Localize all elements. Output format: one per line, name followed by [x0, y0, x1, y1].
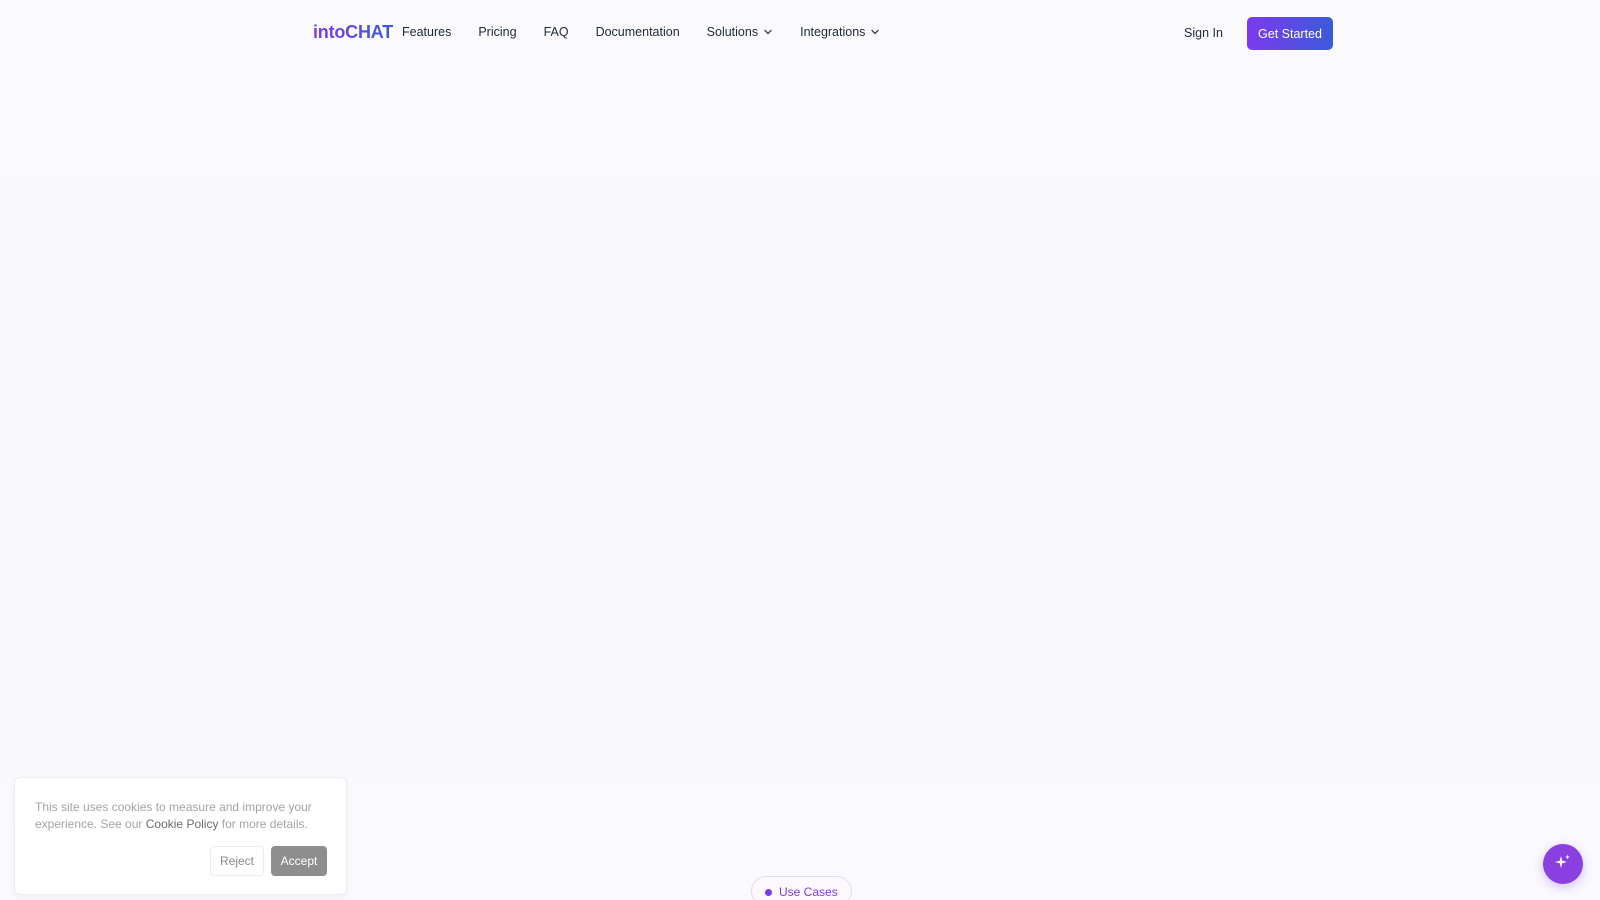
accept-cookies-button[interactable]: Accept: [271, 846, 327, 876]
nav-item-label: Features: [402, 25, 452, 39]
nav-item-label: FAQ: [543, 25, 569, 39]
chevron-down-icon: [763, 27, 773, 37]
chevron-down-icon: [870, 27, 880, 37]
cookie-banner: This site uses cookies to measure and im…: [14, 777, 347, 895]
top-nav-bar: intoCHAT Features Pricing FAQ Documentat…: [0, 0, 1600, 66]
nav-item-integrations[interactable]: Integrations: [800, 25, 880, 39]
nav-item-label: Solutions: [706, 25, 759, 39]
cookie-message: This site uses cookies to measure and im…: [35, 799, 325, 832]
nav-item-features[interactable]: Features: [402, 25, 451, 39]
badge-label: Use Cases: [779, 885, 838, 899]
use-cases-badge: Use Cases: [751, 876, 852, 900]
cookie-policy-link[interactable]: Cookie Policy: [146, 817, 219, 831]
nav-item-label: Integrations: [800, 25, 866, 39]
cookie-text-after: for more details.: [218, 816, 308, 831]
main-nav: Features Pricing FAQ Documentation Solut…: [402, 25, 907, 39]
page: intoCHAT Features Pricing FAQ Documentat…: [0, 0, 1600, 900]
get-started-button[interactable]: Get Started: [1247, 17, 1333, 50]
nav-item-faq[interactable]: FAQ: [544, 25, 569, 39]
badge-dot-icon: [765, 889, 772, 896]
sparkles-icon: [1554, 853, 1572, 876]
brand-logo[interactable]: intoCHAT: [313, 22, 393, 43]
nav-item-label: Documentation: [595, 25, 680, 39]
reject-cookies-button[interactable]: Reject: [210, 846, 264, 876]
nav-item-pricing[interactable]: Pricing: [478, 25, 516, 39]
chat-assistant-button[interactable]: [1543, 844, 1583, 884]
nav-item-documentation[interactable]: Documentation: [596, 25, 680, 39]
sign-in-link[interactable]: Sign In: [1184, 26, 1223, 40]
nav-item-solutions[interactable]: Solutions: [707, 25, 773, 39]
nav-item-label: Pricing: [478, 25, 517, 39]
